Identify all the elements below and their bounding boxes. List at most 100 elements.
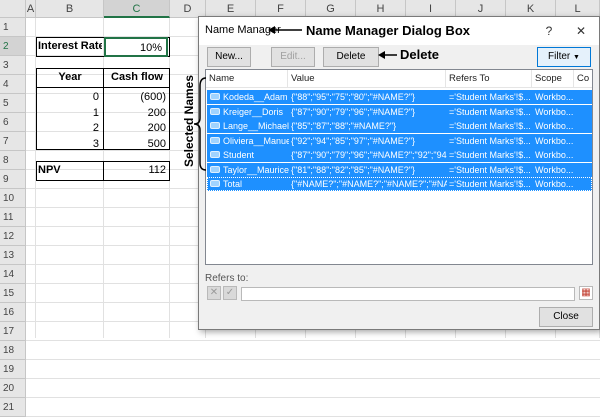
- name-refers-to-cell: ='Student Marks'!$...: [449, 121, 531, 131]
- name-list-row[interactable]: Oliviera__Manuel {"92";"94";"85";"97";"#N…: [207, 133, 592, 148]
- interest-rate-value-cell[interactable]: 10%: [104, 37, 168, 57]
- name-value-cell: {"88";"95";"75";"80";"#NAME?"}: [291, 92, 416, 102]
- name-scope-cell: Workbo...: [535, 135, 574, 146]
- annotation-delete: Delete: [400, 47, 440, 62]
- row-header-12[interactable]: 12: [0, 227, 26, 246]
- name-name-cell: Kreiger__Doris: [223, 106, 284, 117]
- name-refers-to-cell: ='Student Marks'!$...: [449, 135, 531, 146]
- name-manager-dialog: Name Manager ? ✕ New... Edit... Delete F…: [198, 16, 600, 330]
- row-header-7[interactable]: 7: [0, 132, 26, 151]
- delete-button[interactable]: Delete: [323, 47, 379, 67]
- name-name-cell: Lange__Michael: [223, 121, 289, 131]
- names-list[interactable]: Name Value Refers To Scope Co Kodeda__Ad…: [205, 69, 593, 265]
- col-name-header[interactable]: Name: [206, 70, 288, 88]
- close-x-button[interactable]: ✕: [571, 21, 591, 41]
- name-list-row[interactable]: Kodeda__Adam {"88";"95";"75";"80";"#NAME?…: [207, 90, 592, 104]
- select-all-corner[interactable]: [0, 0, 26, 18]
- row-header-21[interactable]: 21: [0, 398, 26, 417]
- close-button[interactable]: Close: [539, 307, 593, 327]
- gridline-horizontal: [26, 340, 600, 341]
- named-range-icon: [210, 165, 220, 173]
- row-header-8[interactable]: 8: [0, 151, 26, 170]
- name-name-cell: Student: [223, 150, 255, 160]
- row-header-20[interactable]: 20: [0, 379, 26, 398]
- row-header-9[interactable]: 9: [0, 170, 26, 189]
- named-range-icon: [210, 136, 220, 144]
- filter-label: Filter: [548, 51, 571, 62]
- name-refers-to-cell: ='Student Marks'!$...: [449, 106, 531, 117]
- row-header-14[interactable]: 14: [0, 265, 26, 284]
- row-header-16[interactable]: 16: [0, 303, 26, 322]
- row-header-3[interactable]: 3: [0, 56, 26, 75]
- column-header-c[interactable]: C: [104, 0, 170, 18]
- refers-to-label: Refers to:: [205, 273, 249, 284]
- row-header-15[interactable]: 15: [0, 284, 26, 303]
- gridline-horizontal: [26, 359, 600, 360]
- cancel-edit-icon[interactable]: ✕: [207, 286, 221, 300]
- row-header-17[interactable]: 17: [0, 322, 26, 341]
- row-header-5[interactable]: 5: [0, 94, 26, 113]
- row-header-19[interactable]: 19: [0, 360, 26, 379]
- name-scope-cell: Workbo...: [535, 179, 574, 189]
- name-list-row[interactable]: Taylor__Maurice {"81";"88";"82";"85";"#NA…: [207, 162, 592, 177]
- name-list-row[interactable]: Student {"87";"90";"79";"96";"#NAME?";"92…: [207, 148, 592, 162]
- col-value-header[interactable]: Value: [288, 70, 446, 88]
- row-header-1[interactable]: 1: [0, 18, 26, 37]
- name-scope-cell: Workbo...: [535, 150, 574, 160]
- year-header[interactable]: Year: [37, 68, 103, 87]
- col-comment-header[interactable]: Co: [574, 70, 592, 88]
- row-header-10[interactable]: 10: [0, 189, 26, 208]
- collapse-dialog-icon[interactable]: ▦: [579, 286, 593, 300]
- column-header-a[interactable]: A: [26, 0, 36, 18]
- year-cell[interactable]: 3: [37, 135, 103, 154]
- name-list-row[interactable]: Kreiger__Doris {"87";"90";"79";"96";"#NAM…: [207, 104, 592, 119]
- name-value-cell: {"92";"94";"85";"97";"#NAME?"}: [291, 135, 416, 146]
- name-name-cell: Total: [223, 179, 243, 189]
- cashflow-header[interactable]: Cash flow: [104, 68, 170, 87]
- row-header-13[interactable]: 13: [0, 246, 26, 265]
- name-value-cell: {"81";"88";"82";"85";"#NAME?"}: [291, 164, 416, 175]
- gridline-horizontal: [26, 397, 600, 398]
- name-value-cell: {"87";"90";"79";"96";"#NAME?";"92";"94";…: [291, 150, 447, 160]
- interest-rate-label[interactable]: Interest Rate: [38, 37, 102, 56]
- dropdown-arrow-icon: ▼: [573, 54, 580, 61]
- name-value-cell: {"#NAME?";"#NAME?";"#NAME?";"#NAME?";"#N…: [291, 179, 447, 189]
- row-header-18[interactable]: 18: [0, 341, 26, 360]
- name-refers-to-cell: ='Student Marks'!$...: [449, 92, 531, 102]
- name-list-row[interactable]: Lange__Michael {"85";"87";"88";"#NAME?"} =…: [207, 119, 592, 133]
- row-header-6[interactable]: 6: [0, 113, 26, 132]
- name-list-row[interactable]: Total {"#NAME?";"#NAME?";"#NAME?";"#NAME?…: [207, 177, 592, 191]
- column-header-b[interactable]: B: [36, 0, 104, 18]
- annotation-dialog-box: Name Manager Dialog Box: [306, 23, 470, 38]
- npv-label[interactable]: NPV: [38, 161, 102, 180]
- refers-to-field[interactable]: [241, 287, 575, 301]
- name-name-cell: Kodeda__Adam: [223, 92, 288, 102]
- row-header-2[interactable]: 2: [0, 37, 26, 56]
- named-range-icon: [210, 122, 220, 129]
- col-scope-header[interactable]: Scope: [532, 70, 574, 88]
- name-refers-to-cell: ='Student Marks'!$...: [449, 164, 531, 175]
- named-range-icon: [210, 180, 220, 187]
- name-scope-cell: Workbo...: [535, 164, 574, 175]
- npv-value[interactable]: 112: [104, 161, 170, 180]
- new-button[interactable]: New...: [207, 47, 251, 67]
- col-refers-header[interactable]: Refers To: [446, 70, 532, 88]
- dialog-title: Name Manager: [205, 24, 281, 36]
- cashflow-cell[interactable]: 500: [104, 135, 170, 154]
- name-refers-to-cell: ='Student Marks'!$...: [449, 150, 531, 160]
- annotation-selected-names: Selected Names: [182, 74, 196, 168]
- named-range-icon: [210, 93, 220, 100]
- gridline-horizontal: [26, 378, 600, 379]
- named-range-icon: [210, 151, 220, 158]
- name-scope-cell: Workbo...: [535, 92, 574, 102]
- help-button[interactable]: ?: [539, 21, 559, 41]
- confirm-edit-icon[interactable]: ✓: [223, 286, 237, 300]
- edit-button[interactable]: Edit...: [271, 47, 315, 67]
- named-range-icon: [210, 107, 220, 115]
- filter-button[interactable]: Filter ▼: [537, 47, 591, 67]
- row-header-4[interactable]: 4: [0, 75, 26, 94]
- name-value-cell: {"87";"90";"79";"96";"#NAME?"}: [291, 106, 416, 117]
- name-scope-cell: Workbo...: [535, 121, 574, 131]
- name-scope-cell: Workbo...: [535, 106, 574, 117]
- row-header-11[interactable]: 11: [0, 208, 26, 227]
